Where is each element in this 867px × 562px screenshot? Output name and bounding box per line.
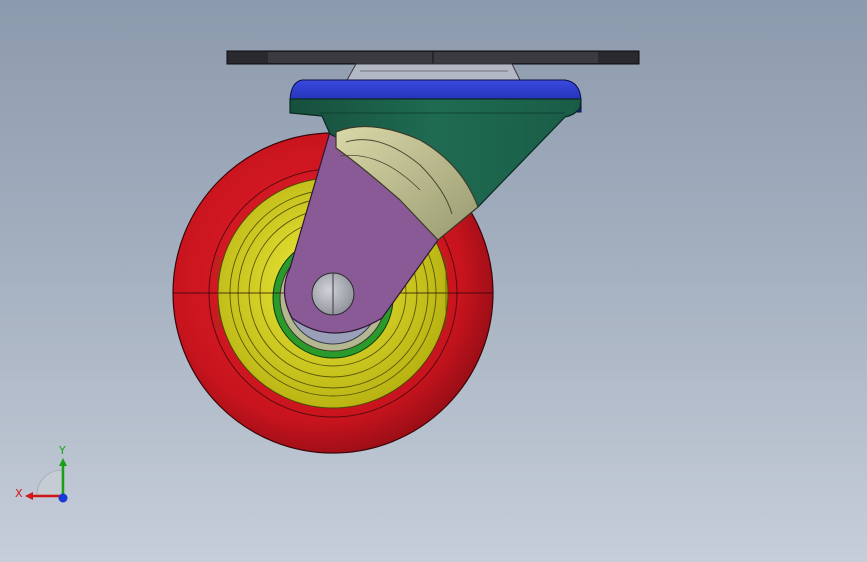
- coordinate-triad: X Y: [15, 444, 68, 503]
- y-axis-label: Y: [58, 444, 66, 457]
- kingpin-housing: [346, 63, 521, 81]
- y-axis-arrow: [59, 458, 67, 466]
- z-axis-dot: [58, 493, 68, 503]
- graphics-viewport[interactable]: X Y: [0, 0, 867, 562]
- caster-model[interactable]: [0, 0, 867, 562]
- mounting-plate-group[interactable]: [226, 50, 640, 81]
- x-axis-arrow: [25, 492, 33, 500]
- triad-xy-plane: [36, 469, 63, 496]
- x-axis-label: X: [15, 487, 23, 500]
